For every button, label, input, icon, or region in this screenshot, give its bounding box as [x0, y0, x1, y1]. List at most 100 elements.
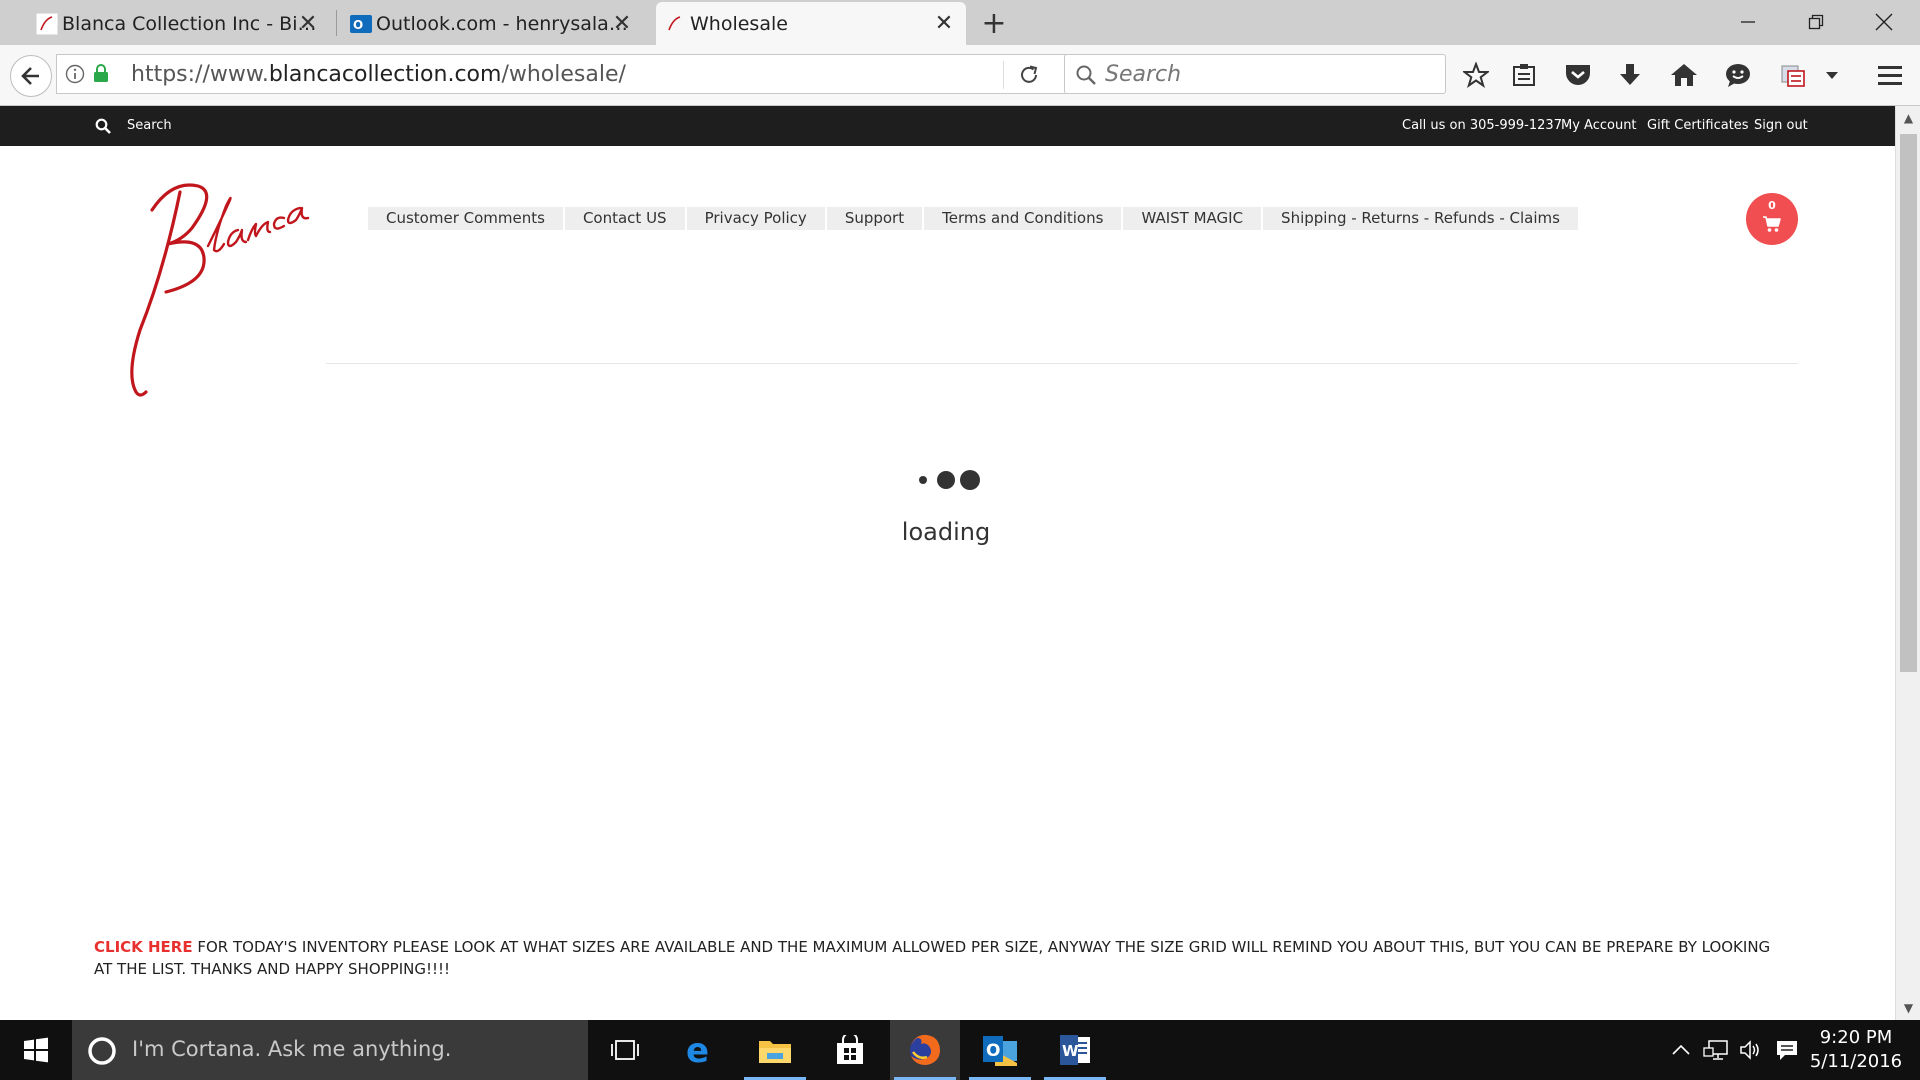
chat-smiley-icon — [1726, 64, 1750, 87]
main-nav-menu: Customer Comments Contact US Privacy Pol… — [368, 207, 1578, 230]
tab-outlook[interactable]: O Outlook.com - henrysalaz... ✕ — [342, 2, 644, 45]
reload-icon[interactable] — [1017, 63, 1041, 87]
tab-separator — [336, 10, 337, 36]
blanca-logo[interactable] — [120, 170, 320, 400]
word-app-icon: W — [1060, 1035, 1090, 1065]
my-account-link[interactable]: My Account — [1561, 118, 1637, 133]
scrollbar-thumb[interactable] — [1900, 134, 1917, 672]
network-icon — [1703, 1040, 1728, 1060]
close-tab-icon[interactable]: ✕ — [932, 11, 956, 36]
cortana-placeholder: I'm Cortana. Ask me anything. — [132, 1037, 452, 1061]
url-path: /wholesale/ — [501, 62, 626, 87]
download-arrow-icon — [1620, 64, 1640, 85]
url-prefix: https://www. — [131, 62, 269, 87]
blanca-favicon-icon — [668, 16, 681, 31]
blanca-favicon-icon — [36, 13, 58, 35]
new-tab-button[interactable]: + — [976, 6, 1012, 41]
nav-shipping-returns[interactable]: Shipping - Returns - Refunds - Claims — [1263, 207, 1578, 230]
volume-icon — [1740, 1040, 1759, 1060]
hamburger-menu-icon — [1878, 66, 1902, 85]
nav-support[interactable]: Support — [826, 207, 923, 230]
hello-button[interactable] — [1720, 57, 1756, 93]
windows-taskbar: I'm Cortana. Ask me anything. e O W 9:20… — [0, 1020, 1920, 1080]
edge-browser-icon: e — [686, 1034, 709, 1066]
downloads-button[interactable] — [1612, 57, 1648, 93]
nav-terms-and-conditions[interactable]: Terms and Conditions — [924, 207, 1122, 230]
close-tab-icon[interactable]: ✕ — [610, 11, 634, 36]
gift-certificates-link[interactable]: Gift Certificates — [1647, 118, 1749, 133]
close-icon — [1875, 13, 1893, 31]
cart-button[interactable]: 0 — [1746, 193, 1798, 245]
home-icon — [1671, 64, 1697, 86]
extension-button[interactable] — [1776, 57, 1812, 93]
url-bar-separator — [1003, 61, 1004, 89]
reading-list-button[interactable] — [1506, 57, 1542, 93]
pocket-button[interactable] — [1560, 57, 1596, 93]
start-button[interactable] — [0, 1020, 72, 1080]
taskbar-store[interactable] — [815, 1020, 885, 1080]
minimize-window-button[interactable] — [1714, 0, 1782, 44]
browser-tab-strip: Blanca Collection Inc - Big... ✕ O Outlo… — [0, 0, 1920, 45]
network-tray-button[interactable] — [1698, 1020, 1734, 1080]
search-icon — [1076, 65, 1096, 85]
nav-customer-comments[interactable]: Customer Comments — [368, 207, 563, 230]
tab-title: Blanca Collection Inc - Big... — [62, 12, 318, 35]
nav-privacy-policy[interactable]: Privacy Policy — [686, 207, 825, 230]
svg-text:W: W — [1062, 1042, 1079, 1060]
cortana-search-box[interactable]: I'm Cortana. Ask me anything. — [72, 1020, 588, 1080]
back-button[interactable] — [10, 55, 52, 97]
store-bag-icon — [837, 1035, 863, 1064]
url-domain: blancacollection.com — [268, 62, 502, 87]
sign-out-link[interactable]: Sign out — [1754, 118, 1808, 133]
info-icon[interactable] — [65, 64, 85, 84]
task-view-button[interactable] — [590, 1020, 660, 1080]
taskbar-edge[interactable]: e — [665, 1020, 735, 1080]
nav-contact-us[interactable]: Contact US — [564, 207, 685, 230]
header-divider — [326, 363, 1798, 364]
scroll-down-arrow-icon[interactable]: ▼ — [1896, 998, 1920, 1018]
clipboard-icon — [1513, 64, 1535, 86]
shopping-cart-icon — [1763, 216, 1781, 232]
inventory-notice: CLICK HERE FOR TODAY'S INVENTORY PLEASE … — [94, 936, 1784, 980]
open-menu-button[interactable] — [1872, 57, 1908, 93]
tab-wholesale[interactable]: Wholesale ✕ — [656, 2, 966, 45]
restore-window-button[interactable] — [1782, 0, 1850, 44]
site-search-link[interactable]: Search — [127, 118, 172, 133]
taskbar-file-explorer[interactable] — [740, 1020, 810, 1080]
browser-search-bar[interactable]: Search — [1064, 54, 1446, 94]
scroll-up-arrow-icon[interactable]: ▲ — [1896, 108, 1920, 128]
chevron-up-icon — [1672, 1044, 1690, 1055]
extension-dropdown-button[interactable] — [1818, 57, 1846, 93]
outlook-favicon-icon: O — [350, 15, 372, 33]
svg-text:O: O — [986, 1041, 1000, 1061]
click-here-link[interactable]: CLICK HERE — [94, 938, 193, 956]
tab-title: Wholesale — [690, 12, 788, 35]
secure-lock-icon[interactable] — [93, 63, 109, 83]
taskbar-clock[interactable]: 9:20 PM 5/11/2016 — [1796, 1026, 1916, 1074]
browser-nav-bar: https://www.blancacollection.com/wholesa… — [0, 45, 1920, 106]
cortana-circle-icon — [88, 1037, 116, 1065]
volume-tray-button[interactable] — [1734, 1020, 1770, 1080]
windows-logo-icon — [24, 1037, 48, 1063]
url-text[interactable]: https://www.blancacollection.com/wholesa… — [131, 64, 626, 86]
svg-text:e: e — [686, 1034, 709, 1066]
page-scrollbar[interactable]: ▲ ▼ — [1895, 106, 1920, 1020]
close-window-button[interactable] — [1850, 0, 1918, 44]
home-button[interactable] — [1666, 57, 1702, 93]
inventory-notice-text: FOR TODAY'S INVENTORY PLEASE LOOK AT WHA… — [94, 938, 1771, 978]
svg-text:O: O — [353, 18, 363, 32]
firefox-icon — [910, 1034, 940, 1065]
taskbar-firefox[interactable] — [890, 1020, 960, 1080]
search-icon[interactable] — [95, 118, 111, 134]
loading-label: loading — [901, 518, 991, 546]
show-hidden-icons-button[interactable] — [1664, 1020, 1698, 1080]
bookmark-star-button[interactable] — [1458, 57, 1494, 93]
restore-icon — [1808, 14, 1824, 30]
url-bar[interactable]: https://www.blancacollection.com/wholesa… — [56, 54, 1070, 94]
close-tab-icon[interactable]: ✕ — [296, 11, 320, 36]
taskbar-outlook[interactable]: O — [965, 1020, 1035, 1080]
tab-blanca-collection[interactable]: Blanca Collection Inc - Big... ✕ — [28, 2, 330, 45]
taskbar-word[interactable]: W — [1040, 1020, 1110, 1080]
site-top-bar: Search Call us on 305-999-1237 My Accoun… — [0, 106, 1895, 146]
nav-waist-magic[interactable]: WAIST MAGIC — [1123, 207, 1262, 230]
